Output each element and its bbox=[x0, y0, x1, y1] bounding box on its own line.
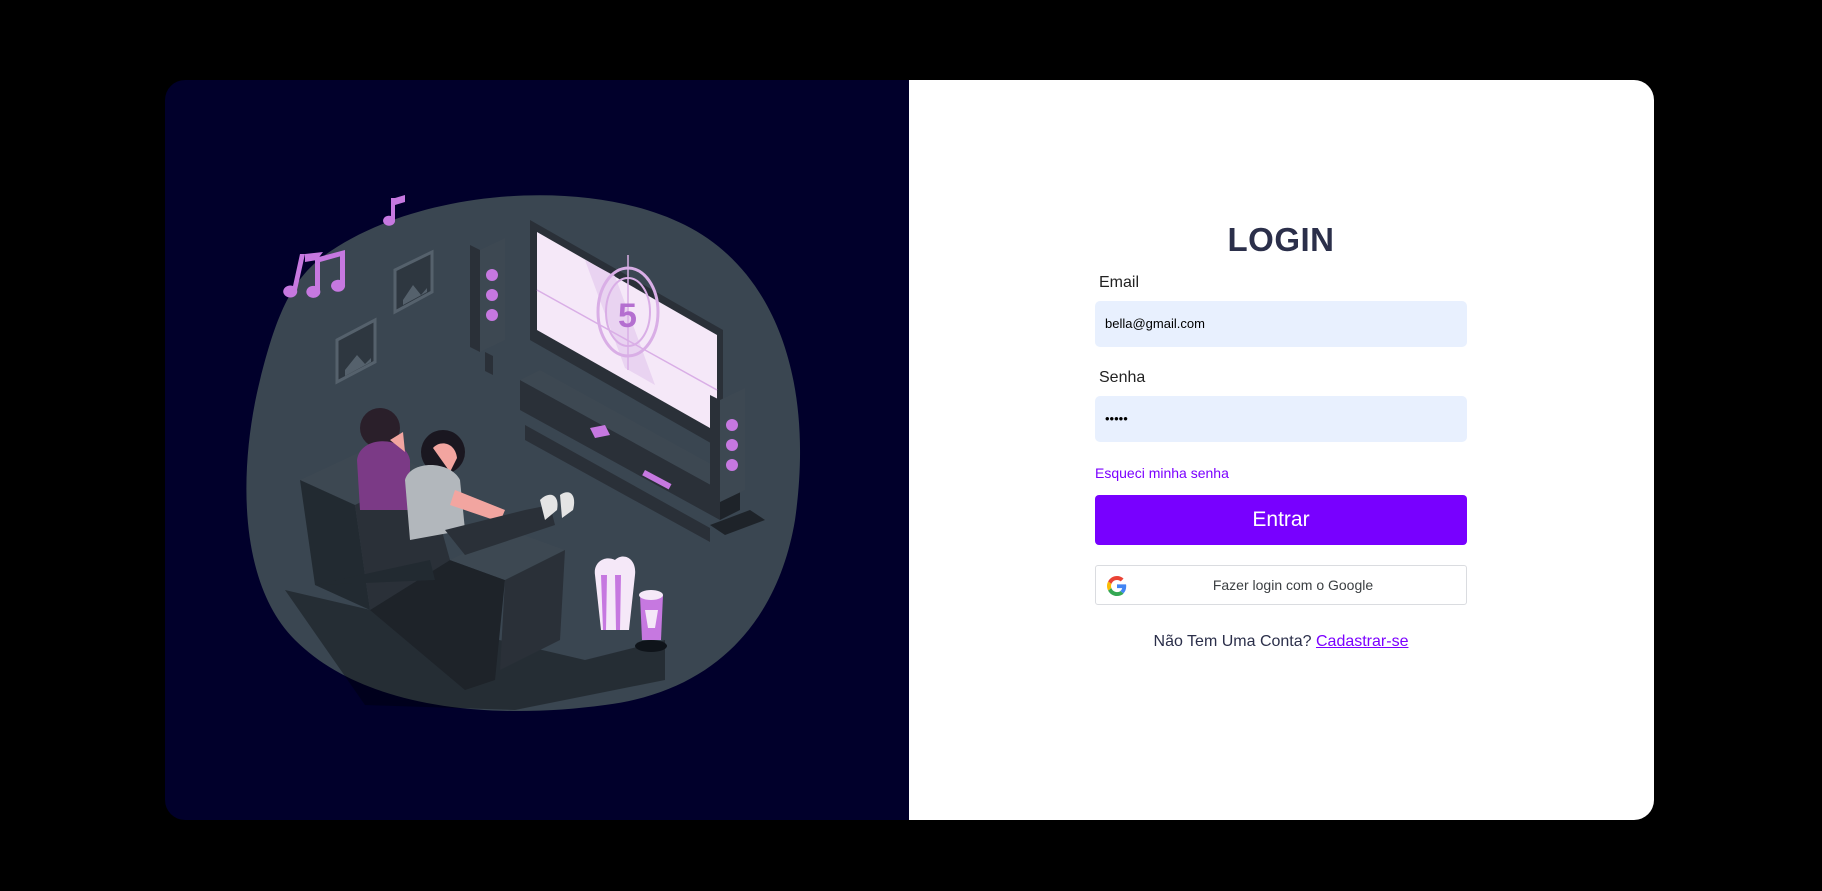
login-card: 5 LOGIN Email bella@gmail.com Senha ••••… bbox=[165, 80, 1654, 820]
password-field[interactable]: ••••• bbox=[1095, 396, 1467, 442]
email-field[interactable]: bella@gmail.com bbox=[1095, 301, 1467, 347]
login-form: LOGIN Email bella@gmail.com Senha ••••• … bbox=[1095, 220, 1467, 651]
signup-prompt-text: Não Tem Uma Conta? bbox=[1153, 633, 1312, 650]
google-icon bbox=[1107, 576, 1127, 596]
page-title: LOGIN bbox=[1227, 221, 1335, 258]
popcorn-icon bbox=[594, 556, 636, 630]
tv-countdown-number: 5 bbox=[618, 297, 637, 335]
signup-link[interactable]: Cadastrar-se bbox=[1316, 633, 1408, 650]
illustration-panel: 5 bbox=[165, 80, 909, 820]
email-label: Email bbox=[1099, 274, 1140, 291]
login-button[interactable]: Entrar bbox=[1095, 495, 1467, 545]
home-theater-illustration: 5 bbox=[246, 195, 801, 712]
forgot-password-link[interactable]: Esqueci minha senha bbox=[1095, 464, 1467, 482]
login-panel: LOGIN Email bella@gmail.com Senha ••••• … bbox=[909, 80, 1654, 820]
google-login-button[interactable]: Fazer login com o Google bbox=[1095, 565, 1467, 605]
google-button-label: Fazer login com o Google bbox=[1212, 577, 1374, 593]
signup-prompt: Não Tem Uma Conta? Cadastrar-se bbox=[1095, 633, 1467, 651]
password-label: Senha bbox=[1099, 369, 1146, 386]
